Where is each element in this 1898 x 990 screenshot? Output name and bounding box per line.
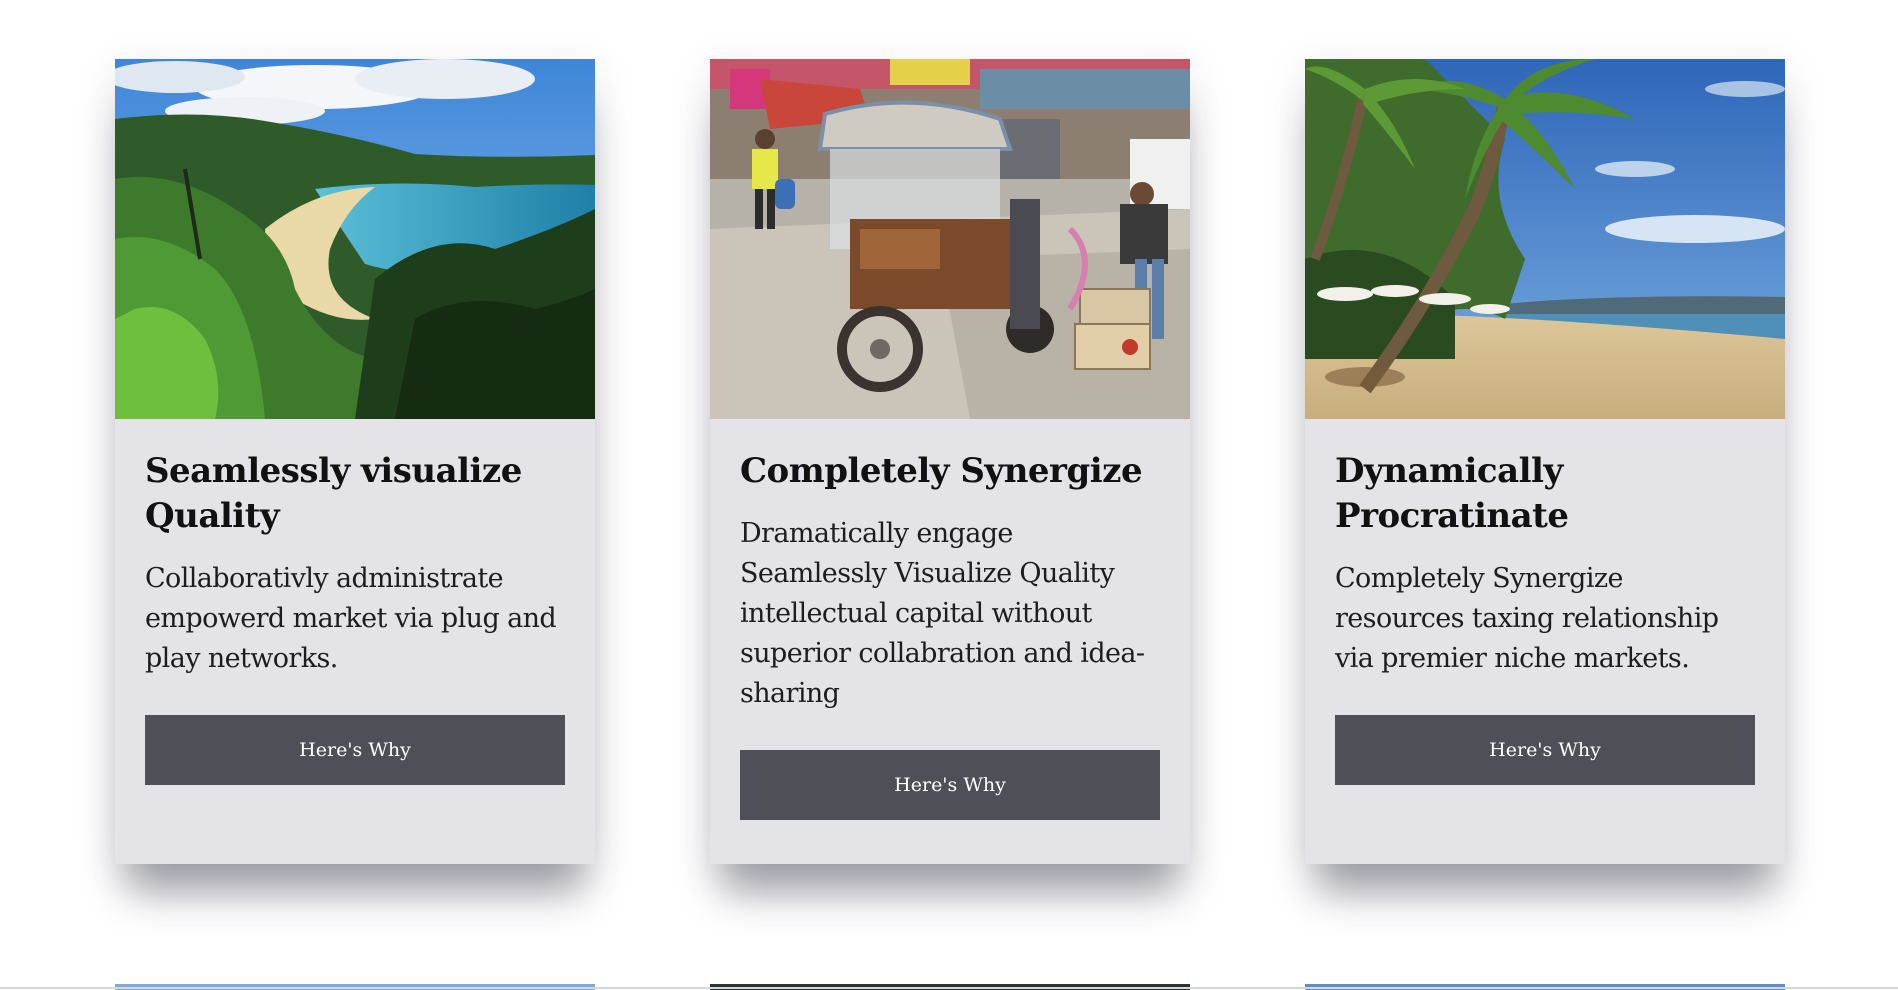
street-tuk-tuk-photo — [710, 59, 1190, 419]
card-title: Completely Synergize — [740, 451, 1143, 491]
card-title: Seamlessly visualize Quality — [145, 451, 522, 536]
card-description: Dramatically engage Seamlessly Visualize… — [740, 518, 1145, 709]
feature-card: Dynamically Procratinate Completely Syne… — [1305, 59, 1785, 864]
card-description: Collaborativly administrate empowerd mar… — [145, 563, 557, 674]
palm-beach-photo — [1305, 59, 1785, 419]
card-description: Completely Synergize resources taxing re… — [1335, 563, 1719, 674]
heres-why-button[interactable]: Here's Why — [145, 715, 565, 785]
feature-card: Completely Synergize Dramatically engage… — [710, 59, 1190, 864]
heres-why-button[interactable]: Here's Why — [1335, 715, 1755, 785]
section-divider — [0, 987, 1898, 989]
tropical-bay-photo — [115, 59, 595, 419]
feature-card: Seamlessly visualize Quality Collaborati… — [115, 59, 595, 864]
heres-why-button[interactable]: Here's Why — [740, 750, 1160, 820]
card-title: Dynamically Procratinate — [1335, 451, 1569, 536]
